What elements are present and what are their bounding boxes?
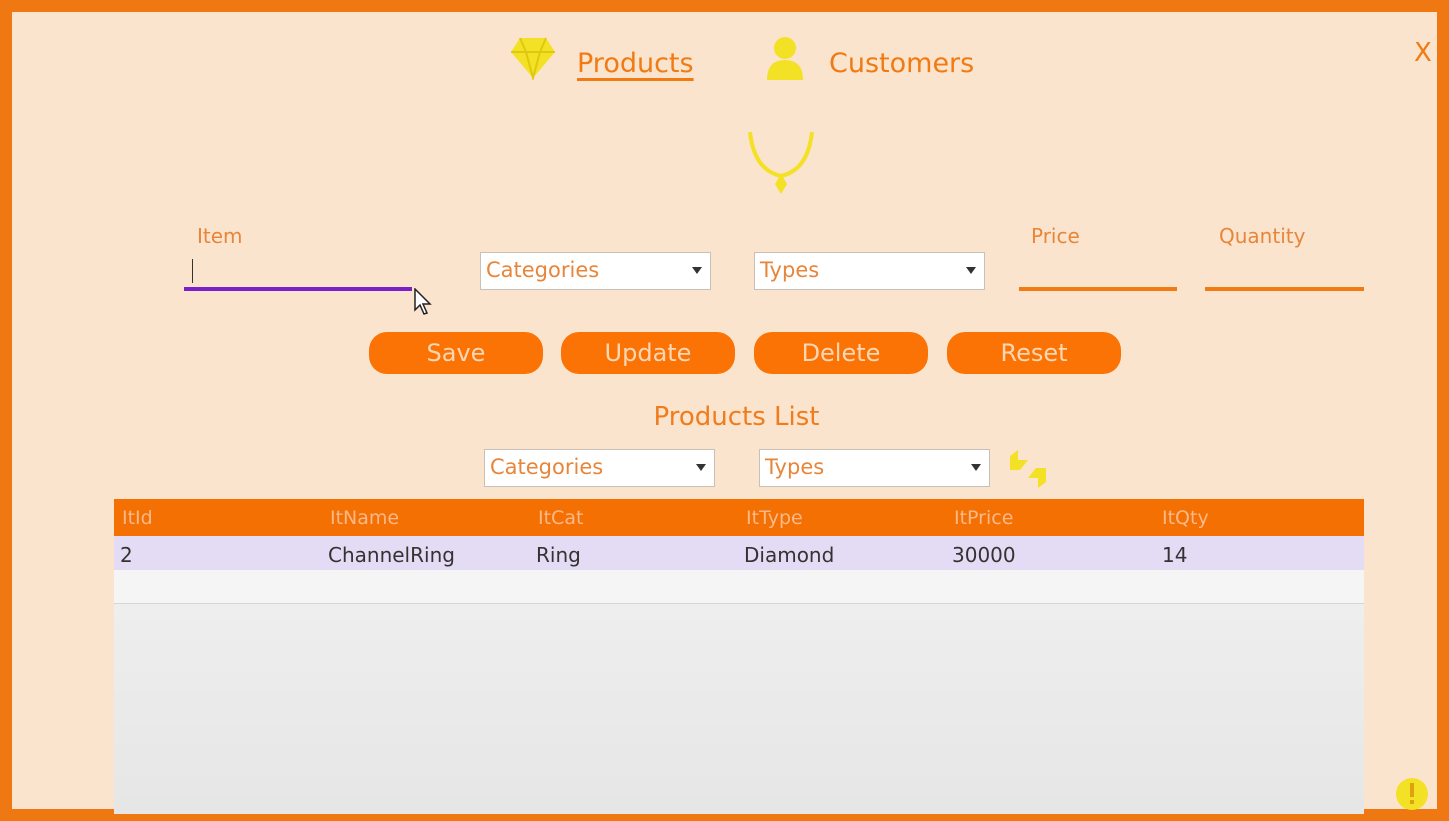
diamond-icon[interactable] (510, 36, 556, 80)
filter-types-select[interactable]: Types (759, 449, 990, 487)
chevron-down-icon (696, 464, 706, 471)
table-row-new[interactable] (114, 570, 1364, 604)
column-header-itid[interactable]: ItId (122, 507, 153, 529)
nav-products-link[interactable]: Products (577, 48, 694, 79)
cell-itqty: 14 (1162, 543, 1188, 567)
column-header-itcat[interactable]: ItCat (538, 507, 583, 529)
categories-select-value: Categories (486, 258, 600, 282)
products-list-title: Products List (653, 402, 820, 432)
cell-itid: 2 (120, 543, 133, 567)
item-input-underline (184, 287, 412, 291)
cell-ittype: Diamond (744, 543, 835, 567)
close-button[interactable]: X (1414, 38, 1432, 68)
info-icon[interactable] (1394, 776, 1430, 812)
quantity-input-underline (1205, 287, 1364, 291)
price-input-underline (1019, 287, 1177, 291)
quantity-label: Quantity (1219, 224, 1306, 248)
save-button[interactable]: Save (369, 332, 543, 374)
necklace-icon (748, 131, 814, 194)
filter-categories-select[interactable]: Categories (484, 449, 715, 487)
column-header-itname[interactable]: ItName (330, 507, 399, 529)
price-label: Price (1031, 224, 1080, 248)
table-header: ItId ItName ItCat ItType ItPrice ItQty (114, 499, 1364, 536)
column-header-itprice[interactable]: ItPrice (954, 507, 1013, 529)
products-table[interactable]: ItId ItName ItCat ItType ItPrice ItQty 2… (114, 499, 1364, 814)
column-header-ittype[interactable]: ItType (746, 507, 803, 529)
delete-button[interactable]: Delete (754, 332, 928, 374)
mouse-pointer-icon (414, 288, 432, 315)
item-label: Item (197, 224, 243, 248)
filter-types-value: Types (765, 455, 825, 479)
app-window: Products Customers X Item Categories Typ… (0, 0, 1449, 821)
types-select[interactable]: Types (754, 252, 985, 290)
categories-select[interactable]: Categories (480, 252, 711, 290)
update-button[interactable]: Update (561, 332, 735, 374)
chevron-down-icon (966, 267, 976, 274)
user-icon[interactable] (764, 36, 806, 82)
chevron-down-icon (971, 464, 981, 471)
table-row[interactable]: 2 ChannelRing Ring Diamond 30000 14 (114, 536, 1364, 570)
cell-itprice: 30000 (952, 543, 1016, 567)
filter-categories-value: Categories (490, 455, 604, 479)
refresh-icon[interactable] (1006, 448, 1050, 490)
cell-itname: ChannelRing (328, 543, 455, 567)
reset-button[interactable]: Reset (947, 332, 1121, 374)
nav-customers-link[interactable]: Customers (829, 48, 974, 79)
text-caret (192, 259, 193, 283)
column-header-itqty[interactable]: ItQty (1162, 507, 1209, 529)
cell-itcat: Ring (536, 543, 581, 567)
chevron-down-icon (692, 267, 702, 274)
types-select-value: Types (760, 258, 820, 282)
